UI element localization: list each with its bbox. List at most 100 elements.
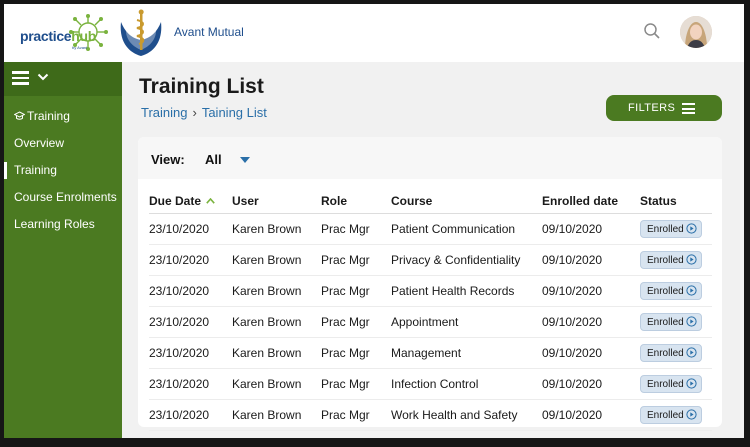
sidebar-item-label: Overview (14, 136, 65, 150)
status-badge[interactable]: Enrolled (640, 313, 702, 331)
filters-button[interactable]: FILTERS (606, 95, 722, 121)
table-row[interactable]: 23/10/2020 Karen Brown Prac Mgr Patient … (149, 213, 712, 245)
chevron-down-icon[interactable] (37, 71, 49, 83)
user-cell: Karen Brown (232, 368, 321, 400)
enrolled-date-cell: 09/10/2020 (542, 306, 640, 338)
status-label: Enrolled (647, 317, 684, 328)
status-label: Enrolled (647, 255, 684, 266)
status-cell: Enrolled (640, 337, 712, 369)
sidebar-toggle-bar (4, 62, 122, 96)
page-title: Training List (139, 75, 264, 98)
sidebar-item-training[interactable]: Training (14, 163, 57, 177)
app-window: practicehub by Avant Avant Mutual Traini… (4, 4, 744, 438)
enrolled-date-cell: 09/10/2020 (542, 244, 640, 276)
status-label: Enrolled (647, 379, 684, 390)
enrolled-date-cell: 09/10/2020 (542, 213, 640, 245)
table-row[interactable]: 23/10/2020 Karen Brown Prac Mgr Work Hea… (149, 399, 712, 431)
role-cell: Prac Mgr (321, 275, 391, 307)
play-circle-icon (686, 254, 697, 265)
view-label: View: (151, 152, 185, 167)
column-header-due-date[interactable]: Due Date (149, 189, 232, 214)
column-header-status[interactable]: Status (640, 189, 712, 214)
training-table: Due Date User Role Course Enrolled date … (149, 189, 712, 431)
role-cell: Prac Mgr (321, 368, 391, 400)
column-header-role[interactable]: Role (321, 189, 391, 214)
sidebar-item-label: Training (14, 163, 57, 177)
course-cell: Privacy & Confidentiality (391, 244, 542, 276)
column-header-user[interactable]: User (232, 189, 321, 214)
sidebar-item-label: Course Enrolments (14, 190, 117, 204)
sidebar-item-learning-roles[interactable]: Learning Roles (14, 217, 95, 231)
status-badge[interactable]: Enrolled (640, 344, 702, 362)
filter-lines-icon (682, 103, 695, 117)
role-cell: Prac Mgr (321, 337, 391, 369)
user-cell: Karen Brown (232, 275, 321, 307)
status-badge[interactable]: Enrolled (640, 220, 702, 238)
breadcrumb: Training › Taining List (141, 105, 267, 120)
status-badge[interactable]: Enrolled (640, 375, 702, 393)
status-label: Enrolled (647, 348, 684, 359)
column-header-label: Due Date (149, 194, 202, 208)
status-cell: Enrolled (640, 368, 712, 400)
role-cell: Prac Mgr (321, 213, 391, 245)
due-date-cell: 23/10/2020 (149, 244, 232, 276)
user-avatar[interactable] (680, 16, 712, 48)
sort-ascending-icon[interactable] (206, 198, 215, 204)
table-row[interactable]: 23/10/2020 Karen Brown Prac Mgr Patient … (149, 275, 712, 307)
enrolled-date-cell: 09/10/2020 (542, 275, 640, 307)
breadcrumb-separator-icon: › (192, 105, 197, 120)
top-header: practicehub by Avant Avant Mutual (4, 4, 744, 62)
column-header-enrolled-date[interactable]: Enrolled date (542, 189, 640, 214)
status-label: Enrolled (647, 224, 684, 235)
main-content: Training List Training › Taining List FILT… (122, 62, 744, 438)
due-date-cell: 23/10/2020 (149, 399, 232, 431)
hamburger-menu-icon[interactable] (12, 71, 29, 85)
sidebar-item-label: Training (27, 109, 70, 123)
table-row[interactable]: 23/10/2020 Karen Brown Prac Mgr Appointm… (149, 306, 712, 338)
due-date-cell: 23/10/2020 (149, 306, 232, 338)
status-badge[interactable]: Enrolled (640, 282, 702, 300)
role-cell: Prac Mgr (321, 244, 391, 276)
sidebar-item-training-section[interactable]: Training (14, 109, 70, 123)
course-cell: Appointment (391, 306, 542, 338)
view-selector-row: View: All (138, 137, 722, 179)
sidebar-item-label: Learning Roles (14, 217, 95, 231)
status-label: Enrolled (647, 410, 684, 421)
table-row[interactable]: 23/10/2020 Karen Brown Prac Mgr Manageme… (149, 337, 712, 369)
view-dropdown-value[interactable]: All (205, 152, 222, 167)
enrolled-date-cell: 09/10/2020 (542, 337, 640, 369)
sidebar-item-course-enrolments[interactable]: Course Enrolments (14, 190, 117, 204)
breadcrumb-link[interactable]: Training (141, 105, 187, 120)
status-badge[interactable]: Enrolled (640, 406, 702, 424)
practicehub-subtitle: by Avant (72, 45, 88, 50)
course-cell: Patient Communication (391, 213, 542, 245)
active-indicator (4, 162, 7, 179)
user-cell: Karen Brown (232, 244, 321, 276)
status-badge[interactable]: Enrolled (640, 251, 702, 269)
role-cell: Prac Mgr (321, 306, 391, 338)
status-label: Enrolled (647, 286, 684, 297)
user-cell: Karen Brown (232, 337, 321, 369)
course-cell: Infection Control (391, 368, 542, 400)
sidebar-item-overview[interactable]: Overview (14, 136, 64, 150)
filters-label: FILTERS (628, 102, 676, 114)
due-date-cell: 23/10/2020 (149, 337, 232, 369)
due-date-cell: 23/10/2020 (149, 213, 232, 245)
play-circle-icon (686, 285, 697, 296)
practicehub-wordmark: practicehub (20, 28, 97, 44)
course-cell: Patient Health Records (391, 275, 542, 307)
practicehub-logo[interactable]: practicehub by Avant (16, 14, 116, 54)
table-row[interactable]: 23/10/2020 Karen Brown Prac Mgr Privacy … (149, 244, 712, 276)
column-header-course[interactable]: Course (391, 189, 542, 214)
breadcrumb-current[interactable]: Taining List (202, 105, 267, 120)
play-circle-icon (686, 316, 697, 327)
enrolled-date-cell: 09/10/2020 (542, 368, 640, 400)
due-date-cell: 23/10/2020 (149, 368, 232, 400)
caret-down-icon[interactable] (240, 157, 250, 163)
table-row[interactable]: 23/10/2020 Karen Brown Prac Mgr Infectio… (149, 368, 712, 400)
due-date-cell: 23/10/2020 (149, 275, 232, 307)
avant-crest-logo (120, 9, 162, 56)
search-icon[interactable] (643, 22, 661, 40)
org-name[interactable]: Avant Mutual (174, 25, 244, 39)
status-cell: Enrolled (640, 306, 712, 338)
